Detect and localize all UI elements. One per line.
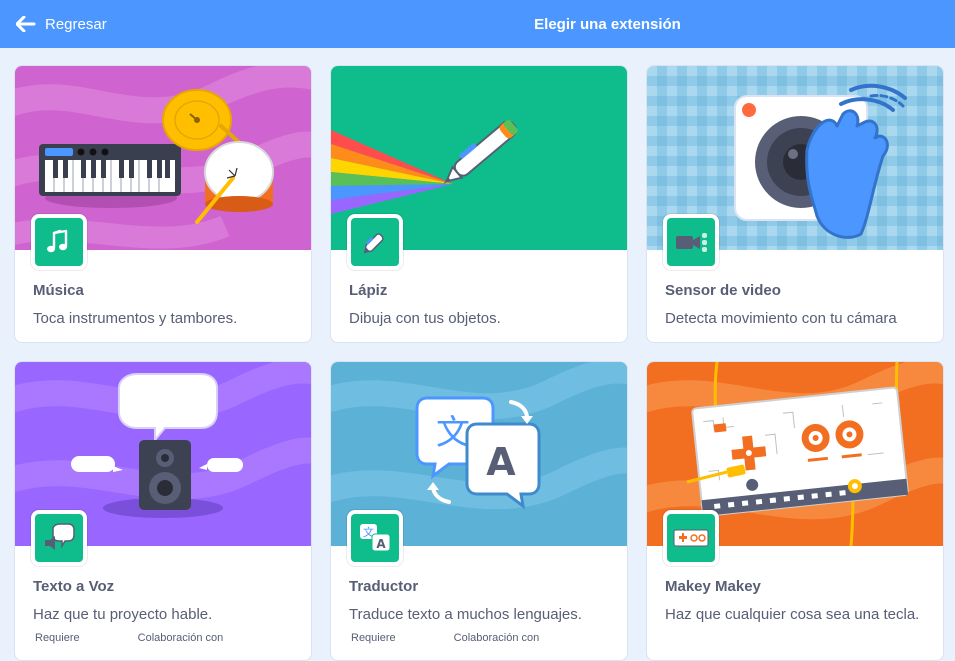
extension-requirements: Requiere Colaboración con: [35, 632, 223, 644]
extension-card-music[interactable]: Música Toca instrumentos y tambores.: [14, 65, 312, 343]
extension-library: Música Toca instrumentos y tambores. Láp…: [14, 65, 944, 661]
extension-title: Makey Makey: [665, 578, 761, 595]
extension-description: Dibuja con tus objetos.: [349, 310, 501, 327]
svg-text:文: 文: [436, 413, 470, 453]
collaboration-label: Colaboración con: [453, 632, 540, 644]
top-bar: Regresar Elegir una extensión: [0, 0, 955, 48]
svg-text:A: A: [486, 440, 516, 484]
extension-badge: [31, 510, 87, 566]
extension-title: Traductor: [349, 578, 419, 595]
extension-card-translate[interactable]: 文 A 文 A Traductor Traduce texto a muchos…: [330, 361, 628, 661]
page-title: Elegir una extensión: [534, 15, 681, 33]
extension-badge: [31, 214, 87, 270]
requirement-label: Requiere: [351, 632, 396, 644]
extension-description: Toca instrumentos y tambores.: [33, 310, 238, 327]
extension-badge: [347, 214, 403, 270]
makey-board-icon: [673, 529, 709, 547]
extension-title: Música: [33, 282, 84, 299]
extension-card-pen[interactable]: Lápiz Dibuja con tus objetos.: [330, 65, 628, 343]
translate-icon: 文 A: [360, 524, 391, 552]
extension-description: Traduce texto a muchos lenguajes.: [349, 606, 582, 623]
speech-bubble-icon: [45, 523, 75, 550]
pen-icon: [363, 233, 384, 254]
requirement-label: Requiere: [35, 632, 80, 644]
extension-description: Detecta movimiento con tu cámara: [665, 310, 897, 327]
video-camera-icon: [676, 233, 707, 252]
svg-text:A: A: [376, 537, 386, 551]
music-notes-icon: [47, 229, 68, 253]
extension-description: Haz que cualquier cosa sea una tecla.: [665, 606, 920, 623]
extension-badge: 文 A: [347, 510, 403, 566]
extension-title: Sensor de video: [665, 282, 781, 299]
extension-requirements: Requiere Colaboración con: [351, 632, 539, 644]
extension-title: Lápiz: [349, 282, 388, 299]
collaboration-label: Colaboración con: [137, 632, 224, 644]
extension-card-text-to-speech[interactable]: Texto a Voz Haz que tu proyecto hable. R…: [14, 361, 312, 661]
extension-badge: [663, 214, 719, 270]
extension-title: Texto a Voz: [33, 578, 115, 595]
extension-card-video-sensing[interactable]: Sensor de video Detecta movimiento con t…: [646, 65, 944, 343]
extension-description: Haz que tu proyecto hable.: [33, 606, 213, 623]
extension-card-makey-makey[interactable]: Makey Makey Haz que cualquier cosa sea u…: [646, 361, 944, 661]
extension-badge: [663, 510, 719, 566]
